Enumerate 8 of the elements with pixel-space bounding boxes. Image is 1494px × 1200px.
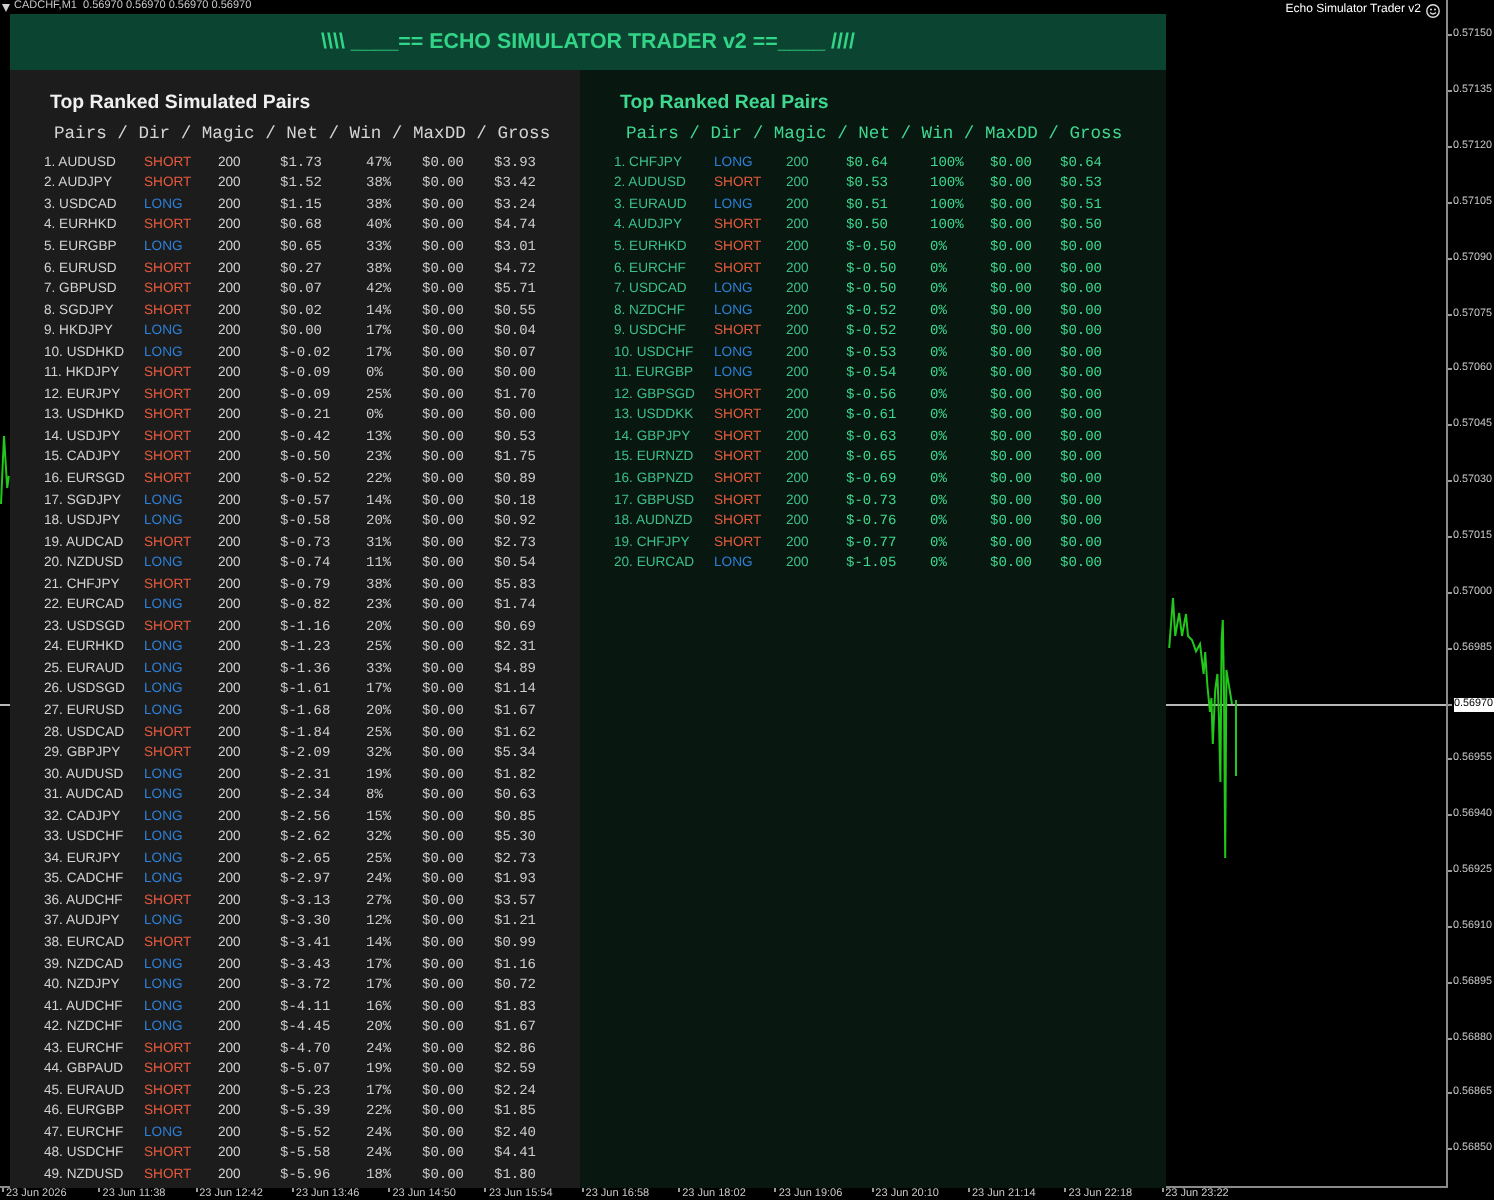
price-line-drawing xyxy=(0,432,10,508)
panel-title: \\\\ ____== ECHO SIMULATOR TRADER v2 ==____ //// xyxy=(321,28,855,56)
column-header: Pairs / Dir / Magic / Net / Win / MaxDD / Gross xyxy=(626,123,1123,145)
section-title: Top Ranked Simulated Pairs xyxy=(50,92,311,116)
column-header: Pairs / Dir / Magic / Net / Win / MaxDD / Gross xyxy=(54,123,551,145)
section-title: Top Ranked Real Pairs xyxy=(620,92,829,116)
caret-icon xyxy=(2,4,10,12)
smiley-icon xyxy=(1425,3,1439,17)
